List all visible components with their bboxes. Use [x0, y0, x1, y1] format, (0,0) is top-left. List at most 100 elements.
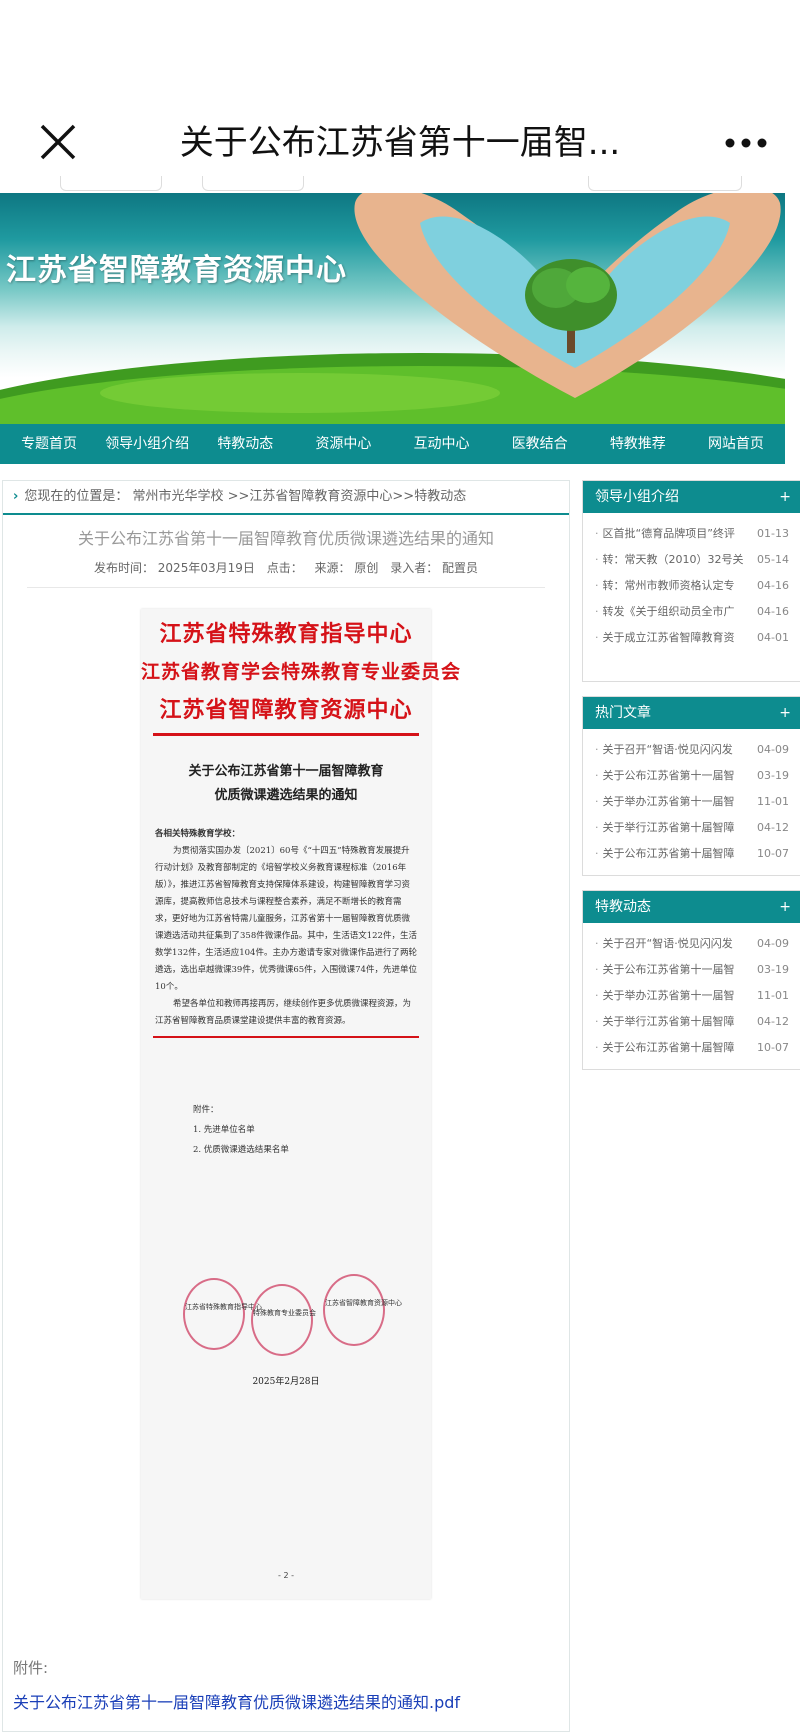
nav-item-home-topic[interactable]: 专题首页: [0, 424, 98, 464]
list-item[interactable]: · 关于公布江苏省第十届智障 10-07: [583, 1035, 800, 1061]
nav-item-leadership[interactable]: 领导小组介绍: [98, 424, 196, 464]
sidebar-box-leadership: 领导小组介绍 + · 区首批“德育品牌项目”终评 01-13 · 转：常天教（2010…: [582, 480, 800, 682]
bullet-icon: ·: [595, 937, 599, 950]
nav-item-resources[interactable]: 资源中心: [294, 424, 392, 464]
sidebar-box-news: 特教动态 + · 关于召开“智语·悦见闪闪发 04-09 · 关于公布江苏省第十一届智…: [582, 890, 800, 1070]
issuing-orgs: 江苏省特殊教育指导中心 江苏省教育学会特殊教育专业委员会 江苏省智障教育资源中心: [141, 615, 462, 729]
bullet-icon: ·: [595, 1041, 599, 1054]
sidebar-box-title[interactable]: 特教动态: [595, 899, 651, 915]
nav-item-interaction[interactable]: 互动中心: [393, 424, 491, 464]
article-title: 关于公布江苏省第十一届智障教育优质微课遴选结果的通知: [77, 529, 494, 548]
list-item[interactable]: · 关于成立江苏省智障教育资 04-01: [583, 625, 800, 651]
plus-icon[interactable]: +: [779, 481, 791, 513]
bullet-icon: ·: [595, 769, 599, 782]
list-item-date: 01-13: [757, 527, 789, 540]
list-item[interactable]: · 关于公布江苏省第十届智障 10-07: [583, 841, 800, 867]
attachments-heading: 附件：: [193, 1105, 219, 1115]
list-item-title[interactable]: 区首批“德育品牌项目”终评: [603, 521, 743, 547]
hidden-tab-fragment: [202, 176, 304, 191]
plus-icon[interactable]: +: [779, 891, 791, 923]
bullet-icon: ·: [595, 821, 599, 834]
attachment-item: 2. 优质微课遴选结果名单: [193, 1145, 289, 1155]
list-item[interactable]: · 关于举办江苏省第十一届智 11-01: [583, 983, 800, 1009]
nav-item-news[interactable]: 特教动态: [196, 424, 294, 464]
article-panel: › 您现在的位置是： 常州市光华学校 >>江苏省智障教育资源中心>>特教动态 关于…: [2, 480, 570, 1732]
more-dots-icon[interactable]: [718, 128, 778, 158]
list-item[interactable]: · 转：常州市教师资格认定专 04-16: [583, 573, 800, 599]
list-item-title[interactable]: 关于公布江苏省第十一届智: [603, 957, 743, 983]
list-item-title[interactable]: 关于召开“智语·悦见闪闪发: [603, 737, 743, 763]
list-item-title[interactable]: 关于公布江苏省第十一届智: [603, 763, 743, 789]
page-number: - 2 -: [278, 1571, 294, 1580]
list-item-title[interactable]: 转：常天教（2010）32号关: [603, 547, 743, 573]
list-item[interactable]: · 关于召开“智语·悦见闪闪发 04-09: [583, 931, 800, 957]
list-item[interactable]: · 关于举行江苏省第十届智障 04-12: [583, 1009, 800, 1035]
bullet-icon: ·: [595, 1015, 599, 1028]
list-item-date: 04-01: [757, 631, 789, 644]
breadcrumb-text[interactable]: 您现在的位置是： 常州市光华学校 >>江苏省智障教育资源中心>>特教动态: [24, 489, 466, 504]
list-item[interactable]: · 关于举办江苏省第十一届智 11-01: [583, 789, 800, 815]
nav-item-medical[interactable]: 医教结合: [491, 424, 589, 464]
list-item-title[interactable]: 关于举办江苏省第十一届智: [603, 983, 743, 1009]
org-line: 江苏省教育学会特殊教育专业委员会: [141, 661, 462, 683]
article-meta: 发布时间： 2025年03月19日 点击： 来源： 原创 录入者： 配置员: [3, 559, 569, 577]
list-item-title[interactable]: 关于成立江苏省智障教育资: [603, 625, 743, 651]
bullet-icon: ·: [595, 631, 599, 644]
close-icon[interactable]: [38, 122, 78, 162]
attachment-pdf-link[interactable]: 关于公布江苏省第十一届智障教育优质微课遴选结果的通知.pdf: [13, 1689, 460, 1713]
click-count: 点击：: [266, 561, 303, 575]
list-item[interactable]: · 关于举行江苏省第十届智障 04-12: [583, 815, 800, 841]
list-item-title[interactable]: 关于举行江苏省第十届智障: [603, 1009, 743, 1035]
org-line: 江苏省智障教育资源中心: [159, 697, 413, 723]
hidden-tab-fragment: [588, 176, 742, 191]
org-line: 江苏省特殊教育指导中心: [159, 621, 413, 647]
list-item-title[interactable]: 关于举办江苏省第十一届智: [603, 789, 743, 815]
list-item-title[interactable]: 关于公布江苏省第十届智障: [603, 1035, 743, 1061]
seal-stamp: 特殊教育专业委员会: [251, 1284, 316, 1356]
main-nav: 专题首页 领导小组介绍 特教动态 资源中心 互动中心 医教结合 特教推荐 网站首…: [0, 424, 785, 464]
list-item-title[interactable]: 关于公布江苏省第十届智障: [603, 841, 743, 867]
list-item-title[interactable]: 关于举行江苏省第十届智障: [603, 815, 743, 841]
bullet-icon: ·: [595, 743, 599, 756]
list-item[interactable]: · 区首批“德育品牌项目”终评 01-13: [583, 521, 800, 547]
site-banner: 江苏省智障教育资源中心: [0, 193, 785, 424]
list-item-date: 04-16: [757, 605, 789, 618]
official-seals: 江苏省特殊教育指导中心 特殊教育专业委员会 江苏省智障教育资源中心: [183, 1274, 423, 1356]
list-item-date: 04-09: [757, 743, 789, 756]
plus-icon[interactable]: +: [779, 697, 791, 729]
list-item-title[interactable]: 关于召开“智语·悦见闪闪发: [603, 931, 743, 957]
attachment-item: 1. 先进单位名单: [193, 1125, 255, 1135]
list-item[interactable]: · 关于召开“智语·悦见闪闪发 04-09: [583, 737, 800, 763]
paragraph: 希望各单位和教师再接再厉，继续创作更多优质微课程资源，为江苏省智障教育品质课堂建…: [155, 999, 412, 1026]
sidebar-box-title[interactable]: 热门文章: [595, 705, 651, 721]
nav-item-site-home[interactable]: 网站首页: [687, 424, 785, 464]
document-attachments: 附件： 1. 先进单位名单 2. 优质微课遴选结果名单: [141, 1100, 431, 1160]
list-item-date: 11-01: [757, 795, 789, 808]
document-title-line: 关于公布江苏省第十一届智障教育: [188, 764, 384, 779]
list-item-date: 04-09: [757, 937, 789, 950]
sidebar-box-title[interactable]: 领导小组介绍: [595, 489, 679, 505]
red-rule: [153, 1036, 419, 1038]
list-item[interactable]: · 关于公布江苏省第十一届智 03-19: [583, 957, 800, 983]
bullet-icon: ·: [595, 605, 599, 618]
list-item-date: 11-01: [757, 989, 789, 1002]
list-item-date: 03-19: [757, 769, 789, 782]
sidebar-box-header: 领导小组介绍 +: [583, 481, 800, 513]
sidebar-box-hot-articles: 热门文章 + · 关于召开“智语·悦见闪闪发 04-09 · 关于公布江苏省第十一届智…: [582, 696, 800, 876]
bullet-icon: ·: [595, 579, 599, 592]
seal-stamp: 江苏省特殊教育指导中心: [183, 1278, 262, 1350]
app-top-bar: 关于公布江苏省第十一届智...: [0, 0, 800, 190]
list-item-title[interactable]: 转发《关于组织动员全市广: [603, 599, 743, 625]
list-item[interactable]: · 关于公布江苏省第十一届智 03-19: [583, 763, 800, 789]
list-item-date: 03-19: [757, 963, 789, 976]
nav-item-recommend[interactable]: 特教推荐: [589, 424, 687, 464]
document-date: 2025年2月28日: [252, 1377, 320, 1387]
list-item-title[interactable]: 转：常州市教师资格认定专: [603, 573, 743, 599]
source: 来源： 原创: [314, 561, 379, 575]
sidebar-box-header: 热门文章 +: [583, 697, 800, 729]
list-item[interactable]: · 转：常天教（2010）32号关 05-14: [583, 547, 800, 573]
seal-stamp: 江苏省智障教育资源中心: [323, 1274, 402, 1346]
sidebar-box-header: 特教动态 +: [583, 891, 800, 923]
attachment-label: 附件:: [13, 1659, 49, 1677]
list-item[interactable]: · 转发《关于组织动员全市广 04-16: [583, 599, 800, 625]
